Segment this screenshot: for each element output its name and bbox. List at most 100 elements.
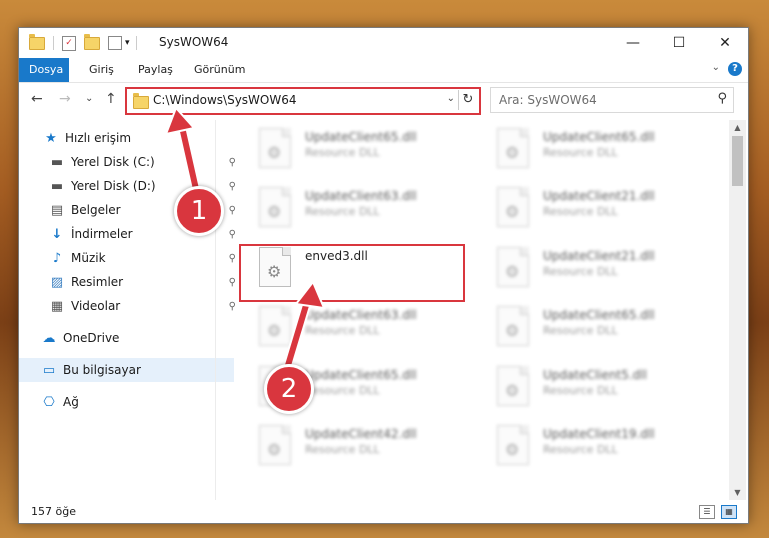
search-placeholder: Ara: SysWOW64 [499, 93, 597, 107]
scroll-up-icon[interactable]: ▲ [729, 120, 746, 135]
file-description: Resource DLL [543, 443, 618, 456]
tab-giris[interactable]: Giriş [79, 58, 124, 82]
folder-icon [133, 93, 149, 109]
up-button[interactable]: ↑ [105, 91, 117, 107]
tab-gorunum[interactable]: Görünüm [184, 58, 255, 82]
ribbon-tabs: Dosya Giriş Paylaş Görünüm ⌄ ? [19, 58, 748, 83]
navigation-bar: ← → ⌄ ↑ C:\Windows\SysWOW64 ⌄ ↻ Ara: Sys… [19, 83, 748, 117]
details-view-icon[interactable]: ☰ [699, 505, 715, 519]
sidebar-item-music[interactable]: ♪ Müzik ⚲ [19, 246, 242, 270]
back-button[interactable]: ← [31, 91, 43, 107]
cloud-icon: ☁ [42, 330, 56, 346]
forward-button[interactable]: → [59, 91, 71, 107]
sidebar-item-local-disk-c[interactable]: ▬ Yerel Disk (C:) ⚲ [19, 150, 242, 174]
recent-locations-button[interactable]: ⌄ [85, 93, 93, 104]
explorer-window: ✓ ▾ SysWOW64 — ☐ ✕ Dosya Giriş Paylaş Gö… [18, 27, 749, 524]
sidebar-item-onedrive[interactable]: ☁ OneDrive [19, 326, 234, 350]
music-icon: ♪ [52, 250, 62, 266]
properties-icon[interactable]: ✓ [62, 35, 76, 51]
sidebar-item-label: Yerel Disk (D:) [71, 179, 156, 193]
dll-file-icon: ⚙ [259, 187, 291, 227]
folder-icon [29, 33, 45, 50]
quick-access-customize-icon[interactable] [108, 36, 122, 50]
search-icon[interactable]: ⚲ [717, 91, 727, 106]
vertical-scrollbar[interactable]: ▲ ▼ [729, 120, 746, 500]
dll-file-icon: ⚙ [497, 128, 529, 168]
sidebar-item-label: Yerel Disk (C:) [71, 155, 155, 169]
file-description: Resource DLL [543, 324, 618, 337]
maximize-button[interactable]: ☐ [656, 28, 702, 58]
file-item[interactable]: ⚙ UpdateClient63.dll Resource DLL [239, 302, 459, 352]
file-description: Resource DLL [305, 324, 380, 337]
sidebar-item-label: Hızlı erişim [65, 131, 132, 145]
toolbar-divider [135, 36, 137, 50]
address-dropdown-icon[interactable]: ⌄ [447, 93, 455, 104]
pictures-icon: ▨ [50, 274, 64, 290]
pane-divider[interactable] [215, 120, 216, 500]
file-name: UpdateClient19.dll [543, 427, 655, 441]
large-icons-view-icon[interactable]: ▦ [721, 505, 737, 519]
navigation-pane: ★ Hızlı erişim ▬ Yerel Disk (C:) ⚲ ▬ Yer… [19, 120, 236, 500]
tab-paylas[interactable]: Paylaş [128, 58, 183, 82]
file-name: UpdateClient63.dll [305, 189, 417, 203]
scroll-thumb[interactable] [732, 136, 743, 186]
sidebar-item-quick-access[interactable]: ★ Hızlı erişim [19, 126, 236, 150]
scroll-down-icon[interactable]: ▼ [729, 485, 746, 500]
search-box[interactable]: Ara: SysWOW64 ⚲ [490, 87, 734, 113]
item-count: 157 öğe [31, 505, 76, 518]
dll-file-icon: ⚙ [259, 425, 291, 465]
sidebar-item-videos[interactable]: ▦ Videolar ⚲ [19, 294, 242, 318]
sidebar-item-pictures[interactable]: ▨ Resimler ⚲ [19, 270, 242, 294]
file-item[interactable]: ⚙ UpdateClient63.dll Resource DLL [239, 183, 459, 233]
minimize-button[interactable]: — [610, 28, 656, 58]
title-bar: ✓ ▾ SysWOW64 — ☐ ✕ [19, 28, 748, 58]
refresh-button[interactable]: ↻ [458, 90, 477, 110]
file-description: Resource DLL [305, 146, 380, 159]
sidebar-item-label: İndirmeler [71, 227, 133, 241]
address-bar[interactable]: C:\Windows\SysWOW64 ⌄ ↻ [125, 87, 481, 115]
file-list: ⚙ UpdateClient65.dll Resource DLL ⚙ Upda… [219, 120, 729, 498]
highlight-box-enved3 [239, 244, 465, 302]
step-2-badge: 2 [264, 364, 314, 414]
dll-file-icon: ⚙ [497, 306, 529, 346]
sidebar-item-label: Belgeler [71, 203, 121, 217]
file-item[interactable]: ⚙ UpdateClient5.dll Resource DLL [477, 362, 697, 412]
videos-icon: ▦ [50, 298, 64, 314]
qa-dropdown-icon[interactable]: ▾ [125, 38, 130, 48]
file-description: Resource DLL [543, 265, 618, 278]
file-description: Resource DLL [305, 384, 380, 397]
file-item[interactable]: ⚙ UpdateClient65.dll Resource DLL [239, 124, 459, 174]
sidebar-item-this-pc[interactable]: ▭ Bu bilgisayar [19, 358, 234, 382]
new-folder-icon[interactable] [84, 33, 100, 50]
dll-file-icon: ⚙ [259, 128, 291, 168]
help-icon[interactable]: ? [728, 62, 742, 76]
ribbon-expand-icon[interactable]: ⌄ [712, 62, 720, 73]
drive-icon: ▬ [50, 154, 64, 170]
sidebar-item-label: Videolar [71, 299, 121, 313]
file-name: UpdateClient65.dll [543, 130, 655, 144]
file-item[interactable]: ⚙ UpdateClient21.dll Resource DLL [477, 243, 697, 293]
step-1-badge: 1 [174, 186, 224, 236]
file-item[interactable]: ⚙ UpdateClient42.dll Resource DLL [239, 421, 459, 471]
computer-icon: ▭ [42, 362, 56, 378]
file-item[interactable]: ⚙ UpdateClient21.dll Resource DLL [477, 183, 697, 233]
address-path[interactable]: C:\Windows\SysWOW64 [153, 93, 297, 107]
file-name: UpdateClient21.dll [543, 249, 655, 263]
sidebar-item-network[interactable]: ⎔ Ağ [19, 390, 234, 414]
file-name: UpdateClient5.dll [543, 368, 647, 382]
file-name: UpdateClient42.dll [305, 427, 417, 441]
close-button[interactable]: ✕ [702, 28, 748, 58]
file-name: UpdateClient63.dll [305, 308, 417, 322]
file-item[interactable]: ⚙ UpdateClient65.dll Resource DLL [477, 302, 697, 352]
file-description: Resource DLL [305, 443, 380, 456]
file-item[interactable]: ⚙ UpdateClient65.dll Resource DLL [477, 124, 697, 174]
toolbar-divider [53, 36, 54, 50]
file-description: Resource DLL [543, 205, 618, 218]
documents-icon: ▤ [50, 202, 64, 218]
file-item[interactable]: ⚙ UpdateClient19.dll Resource DLL [477, 421, 697, 471]
drive-icon: ▬ [50, 178, 64, 194]
tab-dosya[interactable]: Dosya [19, 58, 69, 82]
file-description: Resource DLL [543, 384, 618, 397]
sidebar-item-label: Resimler [71, 275, 124, 289]
star-icon: ★ [45, 130, 57, 146]
